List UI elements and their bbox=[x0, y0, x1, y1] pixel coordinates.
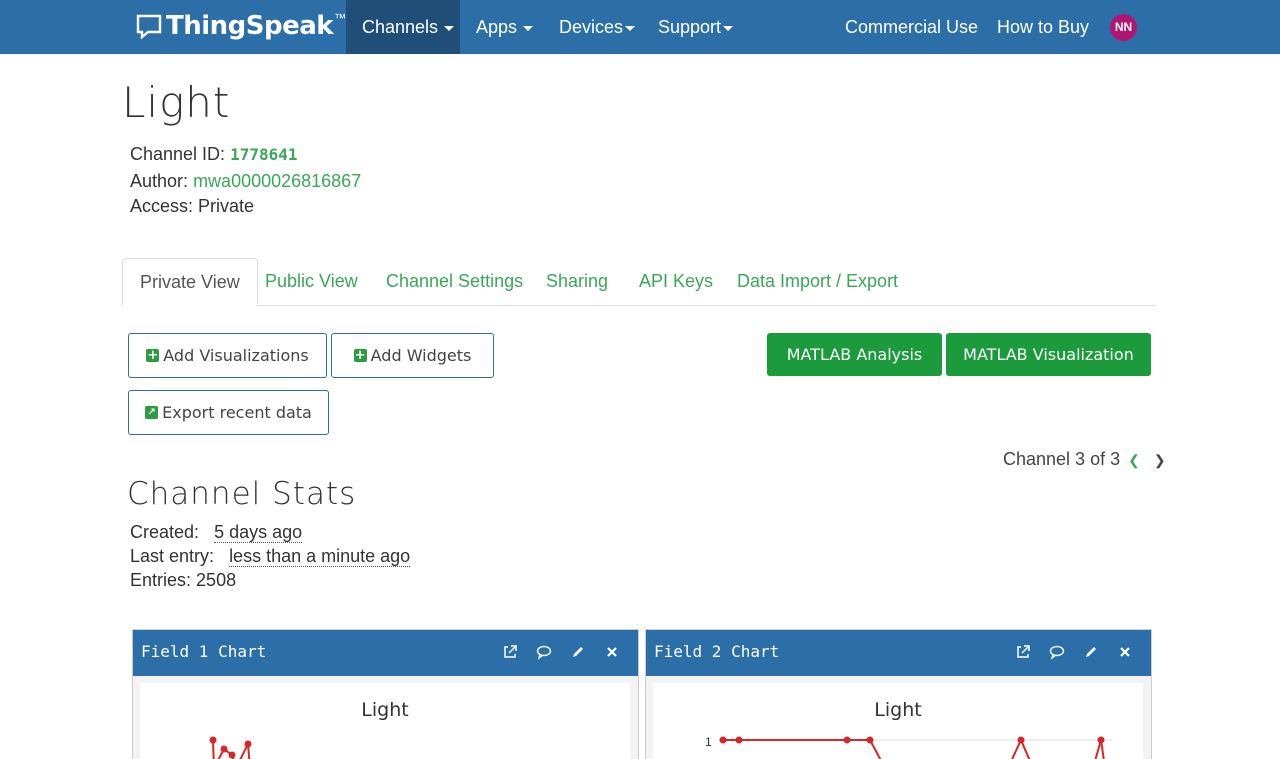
channel-id-label: Channel ID: bbox=[130, 144, 226, 164]
data-point bbox=[244, 740, 252, 748]
access-row: Access: Private bbox=[130, 196, 254, 217]
plus-square-icon: + bbox=[146, 348, 160, 363]
tab-data-import-export[interactable]: Data Import / Export bbox=[720, 258, 915, 305]
panel-header: Field 2 Chart bbox=[646, 630, 1151, 676]
nav-devices-label: Devices bbox=[559, 17, 624, 37]
matlab-analysis-button[interactable]: MATLAB Analysis bbox=[767, 333, 942, 376]
entries-label: Entries: bbox=[130, 570, 192, 590]
author-link[interactable]: mwa0000026816867 bbox=[193, 171, 361, 191]
data-point bbox=[719, 736, 727, 744]
add-widgets-label: Add Widgets bbox=[370, 346, 472, 365]
pager-text: Channel 3 of 3 bbox=[1003, 449, 1121, 469]
plus-square-icon: + bbox=[353, 348, 367, 363]
caret-down-icon bbox=[723, 25, 734, 31]
comment-icon[interactable] bbox=[536, 644, 552, 660]
data-point bbox=[209, 736, 217, 744]
export-recent-label: Export recent data bbox=[162, 403, 312, 422]
author-label: Author: bbox=[130, 171, 189, 191]
y-tick-label: 1 bbox=[705, 735, 712, 749]
created-row: Created: 5 days ago bbox=[130, 522, 303, 543]
data-point bbox=[866, 736, 874, 744]
nav-support-label: Support bbox=[658, 17, 722, 37]
caret-down-icon bbox=[444, 25, 455, 31]
close-icon[interactable] bbox=[604, 644, 620, 660]
comment-icon[interactable] bbox=[1049, 644, 1065, 660]
data-point bbox=[843, 736, 851, 744]
add-visualizations-label: Add Visualizations bbox=[163, 346, 309, 365]
last-entry-row: Last entry: less than a minute ago bbox=[130, 546, 411, 567]
pencil-icon[interactable] bbox=[570, 644, 586, 660]
speech-bubble-logo-icon bbox=[136, 14, 162, 39]
data-point bbox=[220, 745, 228, 753]
field-2-chart-panel: Field 2 Chart Light 1 bbox=[645, 629, 1152, 759]
series-line bbox=[723, 737, 1105, 759]
panel-title: Field 2 Chart bbox=[654, 642, 780, 661]
external-link-icon[interactable] bbox=[502, 644, 518, 660]
chevron-right-icon[interactable]: ❯ bbox=[1154, 452, 1166, 469]
tab-sharing[interactable]: Sharing bbox=[529, 258, 625, 305]
nav-apps[interactable]: Apps bbox=[460, 0, 549, 54]
tab-channel-settings[interactable]: Channel Settings bbox=[369, 258, 540, 305]
data-point bbox=[1017, 736, 1025, 744]
caret-down-icon bbox=[625, 25, 636, 31]
top-navbar: ThingSpeak ™ Channels Apps Devices Suppor… bbox=[0, 0, 1280, 54]
access-value: Private bbox=[198, 196, 255, 216]
page-title: Light bbox=[122, 78, 231, 127]
channel-id-value: 1778641 bbox=[230, 145, 298, 164]
matlab-visualization-button[interactable]: MATLAB Visualization bbox=[946, 333, 1151, 376]
access-label: Access: bbox=[130, 196, 194, 216]
nav-apps-label: Apps bbox=[476, 17, 518, 37]
channel-stats-title: Channel Stats bbox=[127, 476, 357, 512]
data-point bbox=[735, 736, 743, 744]
nav-commercial-use[interactable]: Commercial Use bbox=[829, 0, 994, 54]
data-point bbox=[228, 751, 236, 759]
close-icon[interactable] bbox=[1117, 644, 1133, 660]
panel-tools bbox=[1015, 630, 1133, 674]
add-widgets-button[interactable]: + Add Widgets bbox=[331, 333, 494, 378]
tab-private-view[interactable]: Private View bbox=[122, 258, 258, 306]
panel-header: Field 1 Chart bbox=[133, 630, 638, 676]
panel-tools bbox=[502, 630, 620, 674]
chevron-left-icon[interactable]: ❮ bbox=[1128, 452, 1140, 469]
field-2-line-chart: 1 bbox=[705, 735, 1113, 759]
author-row: Author: mwa0000026816867 bbox=[130, 171, 361, 192]
panel-title: Field 1 Chart bbox=[141, 642, 267, 661]
data-point bbox=[1097, 736, 1105, 744]
pencil-icon[interactable] bbox=[1083, 644, 1099, 660]
nav-channels[interactable]: Channels bbox=[346, 0, 460, 54]
chart-area: Light bbox=[140, 683, 630, 759]
created-label: Created: bbox=[130, 522, 200, 542]
user-avatar[interactable]: NN bbox=[1110, 14, 1137, 41]
logo-trademark: ™ bbox=[334, 11, 347, 25]
entries-row: Entries: 2508 bbox=[130, 570, 236, 591]
last-entry-label: Last entry: bbox=[130, 546, 215, 566]
channel-id-row: Channel ID: 1778641 bbox=[130, 144, 298, 165]
caret-down-icon bbox=[523, 25, 534, 31]
thingspeak-logo[interactable]: ThingSpeak ™ bbox=[136, 9, 346, 43]
chart-area: Light 1 bbox=[653, 683, 1143, 759]
channel-tabs: Private View Public View Channel Setting… bbox=[122, 258, 1156, 306]
nav-devices[interactable]: Devices bbox=[543, 0, 651, 54]
field-1-line-chart bbox=[209, 736, 252, 759]
export-recent-data-button[interactable]: ↗ Export recent data bbox=[128, 390, 329, 435]
channel-pager: Channel 3 of 3 ❮ ❯ bbox=[1003, 449, 1166, 470]
nav-how-to-buy[interactable]: How to Buy bbox=[981, 0, 1105, 54]
add-visualizations-button[interactable]: + Add Visualizations bbox=[128, 333, 327, 378]
last-entry-value: less than a minute ago bbox=[229, 546, 411, 567]
export-square-icon: ↗ bbox=[145, 406, 159, 419]
nav-channels-label: Channels bbox=[362, 17, 439, 37]
entries-value: 2508 bbox=[196, 570, 237, 590]
external-link-icon[interactable] bbox=[1015, 644, 1031, 660]
tab-public-view[interactable]: Public View bbox=[248, 258, 375, 305]
logo-text: ThingSpeak bbox=[166, 11, 334, 41]
field-1-chart-panel: Field 1 Chart Light bbox=[132, 629, 639, 759]
nav-support[interactable]: Support bbox=[642, 0, 749, 54]
tab-api-keys[interactable]: API Keys bbox=[622, 258, 730, 305]
created-value: 5 days ago bbox=[214, 522, 303, 543]
